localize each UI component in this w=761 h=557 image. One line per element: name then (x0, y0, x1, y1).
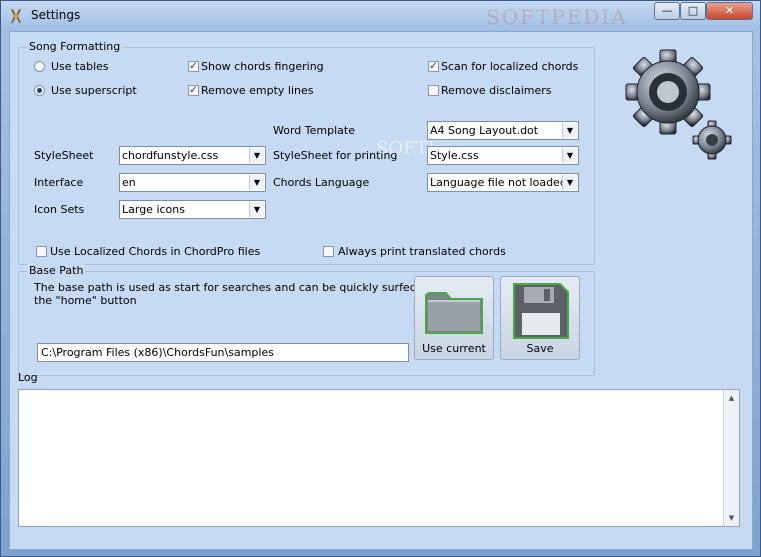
base-path-description-1: The base path is used as start for searc… (34, 281, 465, 294)
use-superscript-label: Use superscript (51, 84, 137, 97)
remove-empty-lines-label: Remove empty lines (201, 84, 314, 97)
stylesheet-label: StyleSheet (34, 149, 94, 162)
icon-sets-select[interactable]: Large icons ▼ (119, 200, 266, 219)
chevron-down-icon[interactable]: ▼ (562, 148, 577, 163)
interface-label: Interface (34, 176, 84, 189)
show-chords-fingering-checkbox[interactable]: ✓ (188, 61, 199, 72)
chords-language-select[interactable]: Language file not loaded ▼ (427, 173, 579, 192)
chevron-down-icon[interactable]: ▼ (249, 202, 264, 217)
scroll-down-icon[interactable]: ▼ (724, 511, 739, 525)
base-path-field[interactable]: C:\Program Files (x86)\ChordsFun\samples (37, 343, 409, 362)
chords-language-label: Chords Language (273, 176, 370, 189)
icon-sets-value: Large icons (122, 203, 185, 216)
save-button[interactable]: Save (500, 276, 580, 360)
maximize-button[interactable]: □ (680, 2, 706, 20)
scan-localized-chords-checkbox[interactable]: ✓ (428, 61, 439, 72)
show-chords-fingering-label: Show chords fingering (201, 60, 324, 73)
window-title: Settings (31, 8, 81, 22)
chevron-down-icon[interactable]: ▼ (562, 175, 577, 190)
log-title: Log (18, 371, 38, 384)
chevron-down-icon[interactable]: ▼ (249, 148, 264, 163)
log-area[interactable]: ▲ ▼ (18, 389, 740, 527)
chevron-down-icon[interactable]: ▼ (562, 123, 577, 138)
remove-empty-lines-checkbox[interactable]: ✓ (188, 85, 199, 96)
scan-localized-chords-label: Scan for localized chords (441, 60, 579, 73)
song-formatting-title: Song Formatting (27, 40, 123, 53)
app-icon (11, 8, 21, 24)
always-print-translated-checkbox[interactable] (323, 246, 334, 257)
log-scrollbar[interactable]: ▲ ▼ (723, 390, 739, 526)
word-template-label: Word Template (273, 124, 355, 137)
use-localized-chordpro-checkbox[interactable] (36, 246, 47, 257)
use-superscript-radio[interactable] (34, 85, 45, 96)
minimize-button[interactable]: — (654, 2, 680, 20)
stylesheet-select[interactable]: chordfunstyle.css ▼ (119, 146, 266, 165)
use-tables-radio[interactable] (34, 61, 45, 72)
folder-icon (425, 292, 483, 334)
floppy-disk-icon (513, 283, 569, 339)
title-watermark: SOFTPEDIA (486, 5, 628, 29)
gear-icon (625, 49, 732, 160)
settings-window: Settings SOFTPEDIA — □ ✕ Song Formatting… (0, 0, 761, 557)
interface-select[interactable]: en ▼ (119, 173, 266, 192)
icon-sets-label: Icon Sets (34, 203, 85, 216)
use-current-button[interactable]: Use current (414, 276, 494, 360)
song-formatting-group: Song Formatting Use tables Use superscri… (18, 40, 595, 265)
use-tables-label: Use tables (51, 60, 109, 73)
stylesheet-printing-label: StyleSheet for printing (273, 149, 398, 162)
use-current-label: Use current (422, 342, 486, 355)
base-path-description-2: the "home" button (34, 294, 137, 307)
base-path-title: Base Path (27, 264, 86, 277)
word-template-value: A4 Song Layout.dot (430, 124, 539, 137)
chords-language-value: Language file not loaded (430, 176, 567, 189)
close-button[interactable]: ✕ (706, 2, 753, 20)
stylesheet-printing-select[interactable]: Style.css ▼ (427, 146, 579, 165)
stylesheet-value: chordfunstyle.css (122, 149, 219, 162)
scroll-up-icon[interactable]: ▲ (724, 391, 739, 405)
remove-disclaimers-label: Remove disclaimers (441, 84, 552, 97)
chevron-down-icon[interactable]: ▼ (249, 175, 264, 190)
settings-panel: Song Formatting Use tables Use superscri… (9, 31, 753, 550)
title-bar[interactable]: Settings SOFTPEDIA — □ ✕ (1, 1, 760, 31)
word-template-select[interactable]: A4 Song Layout.dot ▼ (427, 121, 579, 140)
interface-value: en (122, 176, 136, 189)
save-label: Save (526, 342, 554, 355)
always-print-translated-label: Always print translated chords (338, 245, 506, 258)
base-path-group: Base Path The base path is used as start… (18, 264, 595, 376)
stylesheet-printing-value: Style.css (430, 149, 479, 162)
use-localized-chordpro-label: Use Localized Chords in ChordPro files (50, 245, 261, 258)
remove-disclaimers-checkbox[interactable] (428, 85, 439, 96)
